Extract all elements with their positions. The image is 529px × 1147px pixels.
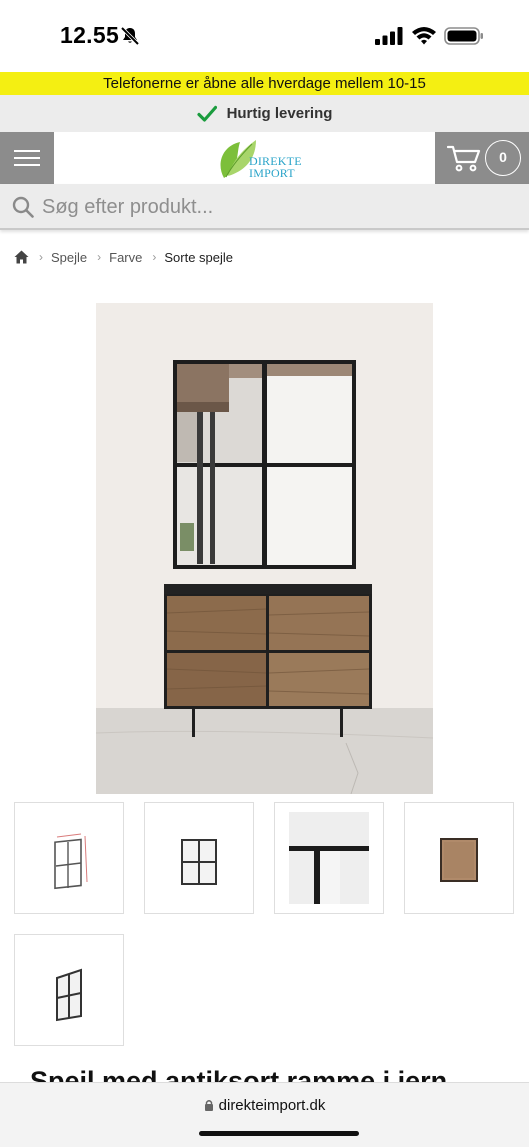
battery-icon	[444, 27, 483, 45]
product-thumbnail[interactable]	[14, 802, 124, 914]
mirror-back-thumb	[440, 838, 478, 882]
menu-button[interactable]	[0, 132, 54, 184]
breadcrumb-separator: ›	[152, 250, 157, 264]
search-bar	[0, 184, 529, 230]
cart-count-badge[interactable]: 0	[485, 140, 521, 176]
product-thumbnail[interactable]	[144, 802, 254, 914]
breadcrumb-separator: ›	[39, 250, 43, 264]
product-main-image[interactable]	[96, 303, 433, 794]
breadcrumb-item-farve[interactable]: Farve	[109, 250, 142, 265]
signal-icon	[375, 27, 403, 45]
mirror-angle-thumb	[56, 968, 82, 1022]
search-input[interactable]	[42, 190, 512, 224]
mirror-side-thumb	[289, 812, 369, 904]
logo[interactable]: DIREKTE IMPORT	[218, 136, 328, 180]
cart-icon	[447, 145, 481, 172]
home-indicator[interactable]	[199, 1131, 359, 1136]
breadcrumb-separator: ›	[97, 250, 102, 264]
site-header: DIREKTE IMPORT	[0, 132, 529, 184]
logo-line2: IMPORT	[249, 166, 295, 180]
announcement-bar: Telefonerne er åbne alle hverdage mellem…	[0, 72, 529, 95]
url-text: direkteimport.dk	[218, 1097, 326, 1114]
product-thumbnail[interactable]	[274, 802, 384, 914]
home-icon[interactable]	[14, 250, 29, 264]
product-thumbnail[interactable]	[14, 934, 124, 1046]
check-icon	[196, 105, 217, 122]
browser-address-bar[interactable]: direkteimport.dk	[0, 1082, 529, 1147]
announcement-text: Telefonerne er åbne alle hverdage mellem…	[103, 75, 426, 92]
delivery-text: Hurtig levering	[226, 105, 333, 122]
mirror-front-thumb	[181, 839, 217, 885]
logo-text: DIREKTE IMPORT	[249, 155, 302, 179]
status-time: 12.55	[60, 22, 120, 48]
breadcrumb-item-spejle[interactable]: Spejle	[51, 250, 87, 265]
breadcrumb-current: Sorte spejle	[164, 249, 234, 265]
hamburger-icon	[14, 145, 40, 171]
lock-icon	[204, 1100, 213, 1111]
url-row[interactable]: direkteimport.dk	[0, 1097, 529, 1114]
product-thumbnail[interactable]	[404, 802, 514, 914]
wifi-icon	[412, 27, 436, 45]
delivery-banner: Hurtig levering	[0, 95, 529, 132]
bell-slash-icon	[120, 26, 140, 46]
status-bar: 12.55	[0, 0, 529, 72]
search-icon	[12, 196, 34, 218]
breadcrumb: › Spejle › Farve › Sorte spejle	[14, 247, 233, 267]
mirror-dimensions-thumb	[54, 833, 88, 890]
